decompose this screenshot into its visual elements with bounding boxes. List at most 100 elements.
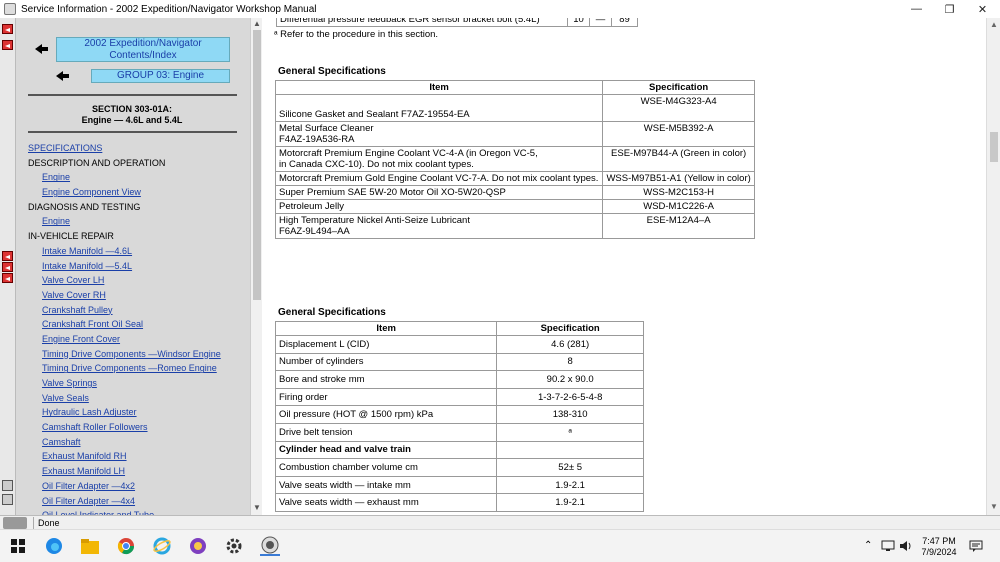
column-header: Specification — [602, 80, 755, 95]
nav-link[interactable]: Hydraulic Lash Adjuster — [28, 405, 250, 420]
app-icon — [4, 3, 16, 15]
internet-explorer-icon[interactable] — [152, 536, 172, 556]
network-icon[interactable] — [878, 536, 898, 556]
table-row: Oil pressure (HOT @ 1500 rpm) kPa 138-310 — [274, 405, 644, 424]
nav-link[interactable]: Crankshaft Front Oil Seal — [28, 317, 250, 332]
nav-link[interactable]: Engine Front Cover — [28, 332, 250, 347]
group-link[interactable]: GROUP 03: Engine — [91, 69, 230, 83]
back-arrow-icon[interactable] — [2, 273, 13, 283]
edge-browser-icon[interactable] — [44, 536, 64, 556]
nav-link[interactable]: Engine — [28, 214, 250, 229]
chrome-browser-icon[interactable] — [116, 536, 136, 556]
close-button[interactable]: ✕ — [966, 0, 999, 18]
nav-link[interactable]: Intake Manifold —5.4L — [28, 259, 250, 274]
scroll-down-icon[interactable]: ▼ — [990, 502, 998, 511]
nav-link[interactable]: Camshaft — [28, 435, 250, 450]
table-row: Bore and stroke mm 90.2 x 90.0 — [274, 370, 644, 389]
table-row: Silicone Gasket and Sealant F7AZ-19554-E… — [274, 94, 755, 122]
spec-cell: 138-310 — [496, 405, 644, 424]
general-spec-table: Item Specification Displacement L (CID) 4… — [274, 321, 644, 512]
contents-index-link[interactable]: 2002 Expedition/Navigator Contents/Index — [56, 37, 230, 62]
back-arrow-icon[interactable] — [2, 262, 13, 272]
column-header: Specification — [496, 321, 644, 336]
windows-start-icon[interactable] — [8, 536, 28, 556]
back-arrow-icon[interactable] — [56, 70, 74, 82]
item-cell: Metal Surface Cleaner F4AZ-19A536-RA — [274, 121, 604, 147]
table-cell: 89 — [611, 18, 638, 27]
settings-gear-icon[interactable] — [224, 536, 244, 556]
service-manual-app-icon[interactable] — [260, 536, 280, 556]
table-row: Metal Surface Cleaner F4AZ-19A536-RA WSE-… — [274, 121, 755, 147]
nav-link[interactable]: Timing Drive Components —Romeo Engine — [28, 361, 250, 376]
back-arrow-icon[interactable] — [2, 24, 13, 34]
item-cell: Motorcraft Premium Engine Coolant VC-4-A… — [274, 146, 604, 172]
spec-cell: 52± 5 — [496, 458, 644, 477]
nav-heading: DESCRIPTION AND OPERATION — [28, 157, 166, 168]
item-cell: Oil pressure (HOT @ 1500 rpm) kPa — [274, 405, 498, 424]
nav-link[interactable]: Valve Seals — [28, 391, 250, 406]
back-arrow-icon[interactable] — [2, 40, 13, 50]
scroll-down-icon[interactable]: ▼ — [253, 504, 261, 512]
spec-cell: 1.9-2.1 — [496, 475, 644, 495]
nav-scrollbar[interactable]: ▲ ▼ — [250, 18, 262, 515]
back-arrow-icon[interactable] — [2, 251, 13, 261]
volume-icon[interactable] — [896, 536, 916, 556]
nav-link[interactable]: Timing Drive Components —Windsor Engine — [28, 347, 250, 362]
table-row: Number of cylinders 8 — [274, 352, 644, 372]
file-explorer-icon[interactable] — [80, 536, 100, 556]
table-row: Motorcraft Premium Engine Coolant VC-4-A… — [274, 146, 755, 172]
spec-cell: WSS-M97B51-A1 (Yellow in color) — [602, 171, 755, 186]
table-row: Motorcraft Premium Gold Engine Coolant V… — [274, 171, 755, 186]
left-toolbar-strip — [0, 18, 16, 515]
nav-link[interactable]: Engine — [28, 170, 250, 185]
content-scrollbar[interactable]: ▲ ▼ — [986, 18, 1000, 515]
nav-link[interactable]: Exhaust Manifold RH — [28, 449, 250, 464]
item-cell: Firing order — [274, 387, 498, 407]
spec-cell: 4.6 (281) — [496, 335, 644, 354]
spec-cell: WSS-M2C153-H — [602, 185, 755, 200]
window-title: Service Information - 2002 Expedition/Na… — [21, 3, 317, 15]
column-header: Item — [274, 80, 604, 95]
app-icon[interactable] — [188, 536, 208, 556]
nav-link[interactable]: Valve Cover RH — [28, 288, 250, 303]
nav-link[interactable]: Engine Component View — [28, 185, 250, 200]
notifications-icon[interactable] — [966, 536, 986, 556]
nav-link[interactable]: SPECIFICATIONS — [28, 141, 250, 156]
system-clock[interactable]: 7:47 PM 7/9/2024 — [916, 536, 962, 558]
nav-link[interactable]: Valve Cover LH — [28, 273, 250, 288]
nav-link[interactable]: Camshaft Roller Followers — [28, 420, 250, 435]
restore-button[interactable]: ❐ — [933, 0, 966, 18]
nav-link[interactable]: Oil Level Indicator and Tube — [28, 508, 250, 515]
scroll-up-icon[interactable]: ▲ — [990, 20, 998, 29]
nav-link[interactable]: Valve Springs — [28, 376, 250, 391]
item-cell: Motorcraft Premium Gold Engine Coolant V… — [274, 171, 604, 186]
nav-link[interactable]: Oil Filter Adapter —4x4 — [28, 494, 250, 509]
table-row: High Temperature Nickel Anti-Seize Lubri… — [274, 213, 755, 239]
item-cell: Valve seats width — exhaust mm — [274, 493, 498, 512]
table-row: Super Premium SAE 5W-20 Motor Oil XO-5W2… — [274, 185, 755, 200]
table-row: Petroleum Jelly WSD-M1C226-A — [274, 199, 755, 214]
navigation-pane: 2002 Expedition/Navigator Contents/Index… — [16, 18, 250, 515]
divider — [28, 131, 237, 133]
scroll-up-icon[interactable]: ▲ — [253, 20, 261, 28]
spec-cell: 8 — [496, 352, 644, 372]
status-text: Done — [33, 516, 60, 529]
item-cell: Combustion chamber volume cm — [274, 458, 498, 477]
item-cell: Number of cylinders — [274, 352, 498, 372]
scroll-thumb[interactable] — [990, 132, 998, 162]
nav-link[interactable]: Exhaust Manifold LH — [28, 464, 250, 479]
scroll-thumb[interactable] — [253, 30, 261, 300]
nav-link[interactable]: Crankshaft Pulley — [28, 303, 250, 318]
nav-link[interactable]: Intake Manifold —4.6L — [28, 244, 250, 259]
title-bar: Service Information - 2002 Expedition/Na… — [0, 0, 1000, 18]
nav-link[interactable]: Oil Filter Adapter —4x2 — [28, 479, 250, 494]
tool-icon[interactable] — [2, 494, 13, 505]
show-hidden-icons-icon[interactable]: ⌃ — [864, 540, 872, 551]
spec-cell: 1-3-7-2-6-5-4-8 — [496, 387, 644, 407]
back-arrow-icon[interactable] — [35, 43, 53, 55]
table-cell: — — [589, 18, 612, 27]
item-cell: Displacement L (CID) — [274, 335, 498, 354]
table-cell: Differential pressure feedback EGR senso… — [275, 18, 569, 27]
minimize-button[interactable]: — — [900, 0, 933, 18]
document-icon[interactable] — [2, 480, 13, 491]
